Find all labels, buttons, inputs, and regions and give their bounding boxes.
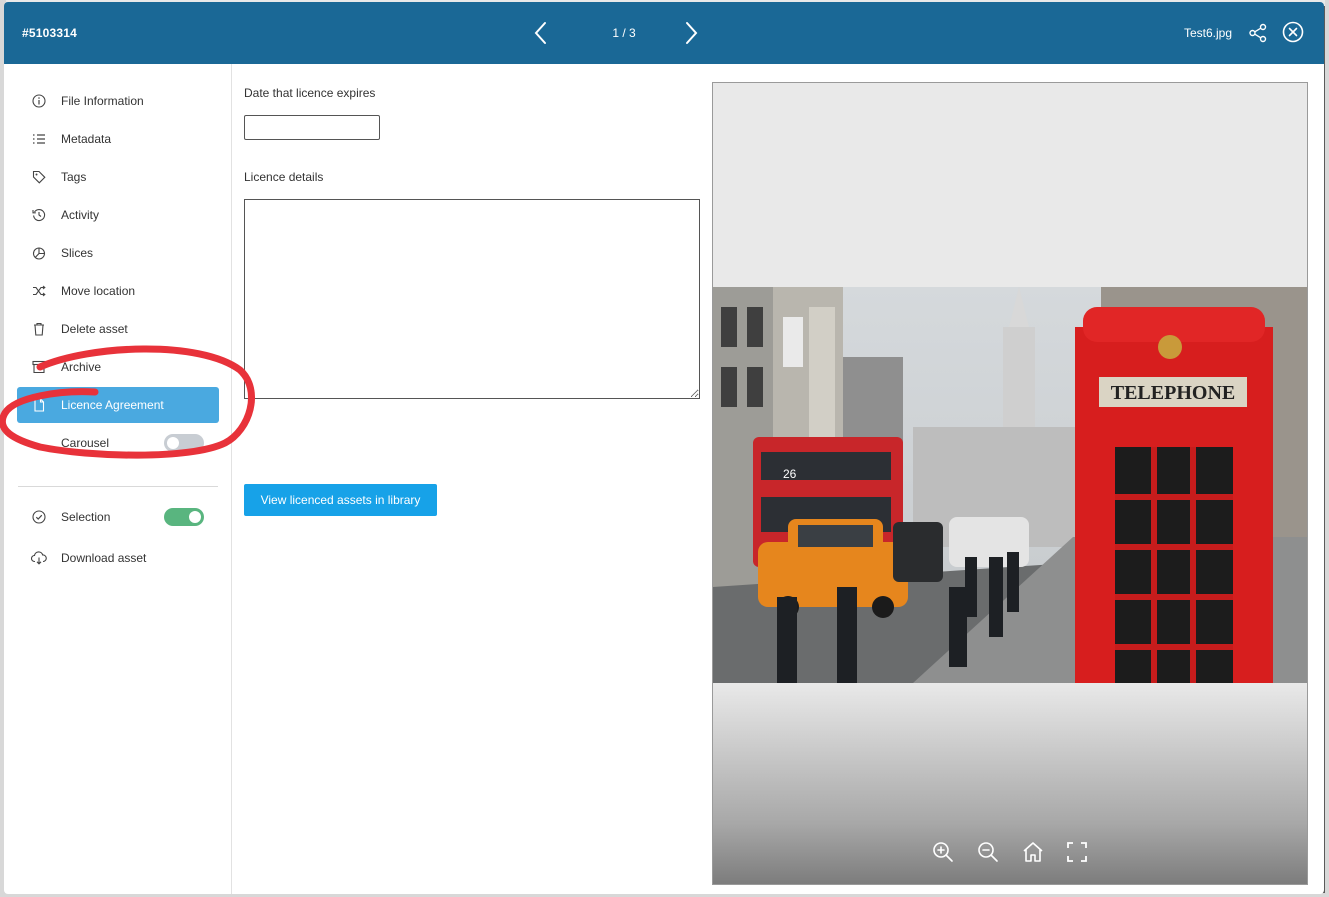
page-counter: 1 / 3 (612, 26, 636, 40)
document-icon (31, 397, 47, 413)
sidebar-item-slices[interactable]: Slices (17, 235, 219, 271)
sidebar-item-tags[interactable]: Tags (17, 159, 219, 195)
check-circle-icon (31, 509, 47, 525)
fullscreen-button[interactable] (1065, 840, 1089, 864)
zoom-in-icon (933, 842, 953, 862)
share-button[interactable] (1248, 23, 1268, 43)
selection-toggle[interactable] (164, 508, 204, 526)
home-icon (1023, 842, 1043, 862)
licence-expiry-label: Date that licence expires (244, 86, 376, 100)
sidebar-item-metadata[interactable]: Metadata (17, 121, 219, 157)
background-page-right (1325, 0, 1329, 897)
list-icon (31, 131, 47, 147)
sidebar-item-activity[interactable]: Activity (17, 197, 219, 233)
trash-icon (31, 321, 47, 337)
asset-modal: #5103314 1 / 3 Test6.jpg File Informatio… (4, 2, 1324, 894)
telephone-sign: TELEPHONE (1111, 382, 1235, 404)
asset-id: #5103314 (22, 26, 77, 40)
sidebar-item-label: Activity (61, 208, 100, 222)
info-icon (31, 93, 47, 109)
sidebar-item-label: Archive (61, 360, 102, 374)
fullscreen-icon (1067, 842, 1087, 862)
close-circle-icon (1282, 21, 1304, 43)
file-name: Test6.jpg (1183, 26, 1232, 40)
sidebar-item-label: Download asset (61, 551, 147, 565)
home-button[interactable] (1021, 840, 1045, 864)
sidebar-item-label: File Information (61, 94, 144, 108)
sidebar-divider (18, 486, 218, 487)
tag-icon (31, 169, 47, 185)
asset-photo: 26 TELEPHONE (713, 287, 1307, 683)
chevron-left-icon (534, 22, 546, 44)
sidebar-item-label: Move location (61, 284, 136, 298)
sidebar: File Information Metadata Tags Activity … (4, 64, 232, 894)
toggle-knob (189, 511, 201, 523)
sidebar-item-label: Selection (61, 510, 111, 524)
sidebar-item-label: Tags (61, 170, 87, 184)
close-button[interactable] (1282, 21, 1304, 43)
pie-icon (31, 245, 47, 261)
sidebar-item-label: Carousel (61, 436, 110, 450)
licence-expiry-input[interactable] (244, 115, 380, 140)
archive-icon (31, 359, 47, 375)
sidebar-item-label: Licence Agreement (61, 398, 164, 412)
modal-header: #5103314 1 / 3 Test6.jpg (4, 2, 1324, 64)
cloud-download-icon (31, 550, 47, 566)
previous-asset-button[interactable] (530, 20, 552, 46)
sidebar-item-file-information[interactable]: File Information (17, 83, 219, 119)
zoom-in-button[interactable] (931, 840, 955, 864)
licence-details-textarea[interactable] (244, 199, 700, 399)
sidebar-item-archive[interactable]: Archive (17, 349, 219, 385)
carousel-icon (31, 435, 47, 451)
sidebar-item-label: Delete asset (61, 322, 128, 336)
zoom-out-icon (978, 842, 998, 862)
sidebar-item-licence-agreement[interactable]: Licence Agreement (17, 387, 219, 423)
share-icon (1249, 23, 1267, 43)
sidebar-item-label: Metadata (61, 132, 112, 146)
next-asset-button[interactable] (680, 20, 702, 46)
shuffle-icon (31, 283, 47, 299)
chevron-right-icon (686, 22, 698, 44)
history-icon (31, 207, 47, 223)
toggle-knob (167, 437, 179, 449)
sidebar-item-download-asset[interactable]: Download asset (17, 540, 219, 576)
carousel-toggle[interactable] (164, 434, 204, 452)
zoom-out-button[interactable] (976, 840, 1000, 864)
image-preview: 26 TELEPHONE (712, 82, 1308, 885)
sidebar-item-move-location[interactable]: Move location (17, 273, 219, 309)
licence-details-label: Licence details (244, 170, 324, 184)
bus-number: 26 (783, 467, 797, 481)
sidebar-item-label: Slices (61, 246, 94, 260)
sidebar-item-delete-asset[interactable]: Delete asset (17, 311, 219, 347)
view-licenced-assets-button[interactable]: View licenced assets in library (244, 484, 437, 516)
